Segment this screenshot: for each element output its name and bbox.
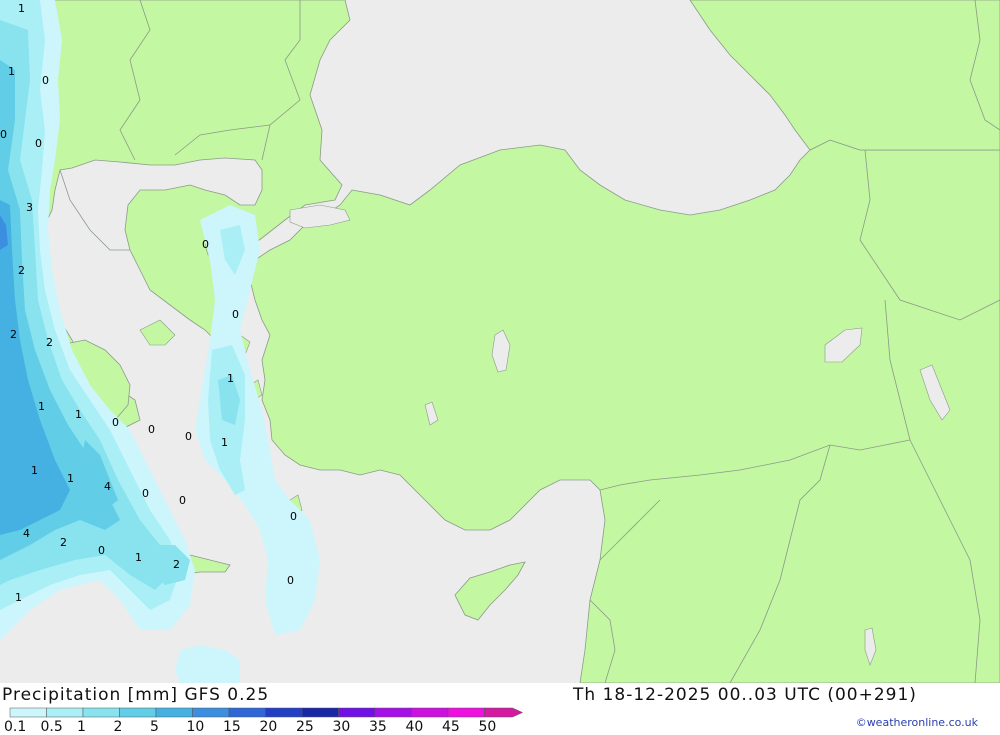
contour-label: 1	[15, 591, 22, 604]
contour-label: 2	[10, 328, 17, 341]
legend-swatch	[119, 707, 157, 718]
contour-label: 4	[23, 527, 30, 540]
contour-label: 2	[60, 536, 67, 549]
contour-label: 0	[290, 510, 297, 523]
contour-label: 1	[8, 65, 15, 78]
contour-label: 1	[38, 400, 45, 413]
contour-label: 0	[202, 238, 209, 251]
contour-label: 2	[173, 558, 180, 571]
legend-swatch	[265, 707, 303, 718]
legend-swatch	[228, 707, 266, 718]
contour-label: 1	[135, 551, 142, 564]
legend-swatch	[82, 707, 120, 718]
contour-label: 0	[42, 74, 49, 87]
contour-label: 2	[18, 264, 25, 277]
legend-swatch	[9, 707, 47, 718]
legend-swatch	[301, 707, 339, 718]
contour-label: 4	[104, 480, 111, 493]
contour-label: 0	[148, 423, 155, 436]
legend-swatch	[46, 707, 84, 718]
contour-label: 0	[287, 574, 294, 587]
map-title: Precipitation [mm] GFS 0.25	[2, 685, 270, 705]
contour-label: 0	[179, 494, 186, 507]
contour-label: 1	[221, 436, 228, 449]
contour-label: 0	[98, 544, 105, 557]
contour-label: 0	[35, 137, 42, 150]
contour-label: 2	[46, 336, 53, 349]
legend-swatch	[447, 707, 485, 718]
contour-label: 0	[232, 308, 239, 321]
legend-swatch	[155, 707, 193, 718]
legend-arrow	[484, 707, 524, 718]
contour-label: 1	[75, 408, 82, 421]
map-canvas: 1 1 0 0 0 3 2 2 2 0 0 1 1 1 0 0 0 1 1 1 …	[0, 0, 1000, 683]
legend-swatch	[411, 707, 449, 718]
contour-label: 0	[112, 416, 119, 429]
contour-label: 0	[0, 128, 7, 141]
valid-time: Th 18-12-2025 00..03 UTC (00+291)	[573, 685, 917, 705]
contour-label: 0	[185, 430, 192, 443]
credit: ©weatheronline.co.uk	[855, 716, 978, 729]
contour-label: 1	[18, 2, 25, 15]
contour-label: 1	[227, 372, 234, 385]
contour-label: 3	[26, 201, 33, 214]
contour-label: 0	[142, 487, 149, 500]
legend-swatch	[338, 707, 376, 718]
legend-swatch	[374, 707, 412, 718]
legend-swatch	[192, 707, 230, 718]
contour-label: 1	[31, 464, 38, 477]
contour-label: 1	[67, 472, 74, 485]
precipitation-map: 1 1 0 0 0 3 2 2 2 0 0 1 1 1 0 0 0 1 1 1 …	[0, 0, 1000, 683]
